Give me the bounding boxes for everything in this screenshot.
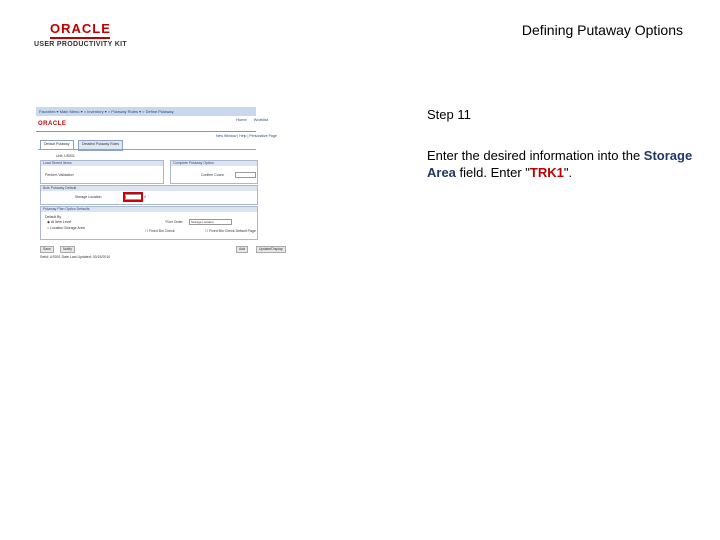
universal-nav: Home Worklist: [230, 117, 268, 122]
unit-label: Unit: US001: [56, 154, 75, 158]
upk-logo: ORACLE USER PRODUCTIVITY KIT: [34, 22, 134, 48]
perform-validation-option[interactable]: Perform Validation: [45, 173, 74, 177]
storage-area-label: Storage Location: [75, 195, 102, 199]
logo-subtitle: USER PRODUCTIVITY KIT: [34, 41, 127, 48]
storage-area-highlight: [123, 192, 143, 202]
notify-button[interactable]: Notify: [60, 246, 75, 253]
add-button[interactable]: Add: [236, 246, 249, 253]
instruction-middle: field. Enter ": [455, 165, 530, 180]
section-title: Complete Putaway Option: [171, 161, 257, 166]
radio-location-storage-area[interactable]: ○ Location Storage Area: [47, 226, 85, 230]
app-brand-logo: ORACLE: [38, 121, 67, 127]
radio-item-level-label: At Item Level: [50, 220, 72, 224]
menu-worklist[interactable]: Worklist: [254, 117, 268, 122]
putaway-plan-section: Putaway Plan Option Defaults Default By …: [40, 206, 258, 240]
default-by-label: Default By: [45, 215, 62, 219]
section-title: Load Stored Items: [41, 161, 163, 166]
complete-putaway-section: Complete Putaway Option Confirm Count: [170, 160, 258, 184]
logo-divider: [50, 37, 110, 39]
slide-title: Defining Putaway Options: [521, 22, 683, 38]
breadcrumb[interactable]: Favorites ▾ Main Menu ▾ > Inventory ▾ > …: [39, 109, 174, 114]
update-display-button[interactable]: Update/Display: [256, 246, 286, 253]
footer-status: Setid: US001 Date Last Updated: 03/15/20…: [40, 255, 111, 259]
instruction-suffix: ".: [563, 165, 573, 180]
menu-home[interactable]: Home: [236, 117, 247, 122]
instruction-text: Enter the desired information into the S…: [427, 147, 707, 181]
fixed-bin-default-page[interactable]: ☐ Fixed Bin Check Default Page: [205, 229, 256, 233]
instruction-prefix: Enter the desired information into the: [427, 148, 644, 163]
confirm-count-input[interactable]: [235, 172, 256, 178]
fixed-bin-check-label: Fixed Bin Check: [149, 229, 175, 233]
instruction-value: TRK1: [529, 165, 564, 180]
radio-location-storage-area-label: Location Storage Area: [50, 226, 85, 230]
load-stored-items-section: Load Stored Items Perform Validation: [40, 160, 164, 184]
radio-item-level[interactable]: ◉ At Item Level: [47, 220, 71, 224]
header-divider: [36, 131, 256, 132]
sort-order-select[interactable]: Storage Location: [189, 219, 232, 225]
page-links[interactable]: New Window | Help | Personalize Page: [216, 134, 277, 138]
confirm-count-label: Confirm Count: [201, 173, 224, 177]
section-title: Bulk Putaway Default: [41, 186, 257, 191]
fixed-bin-default-page-label: Fixed Bin Check Default Page: [209, 229, 256, 233]
logo-brand: ORACLE: [50, 21, 111, 36]
bulk-putaway-section: Bulk Putaway Default Storage Location ⌕: [40, 185, 258, 205]
application-screenshot: Favorites ▾ Main Menu ▾ > Inventory ▾ > …: [36, 107, 306, 263]
lookup-icon[interactable]: ⌕: [144, 194, 146, 199]
sort-order-label: *Sort Order: [165, 220, 183, 224]
instruction-panel: Step 11 Enter the desired information in…: [427, 106, 707, 181]
tab-divider: [38, 149, 256, 150]
save-button[interactable]: Save: [40, 246, 54, 253]
breadcrumb-bar: Favorites ▾ Main Menu ▾ > Inventory ▾ > …: [36, 107, 256, 116]
section-title: Putaway Plan Option Defaults: [41, 207, 257, 212]
fixed-bin-check[interactable]: ☐ Fixed Bin Check: [145, 229, 175, 233]
step-number: Step 11: [427, 107, 471, 122]
